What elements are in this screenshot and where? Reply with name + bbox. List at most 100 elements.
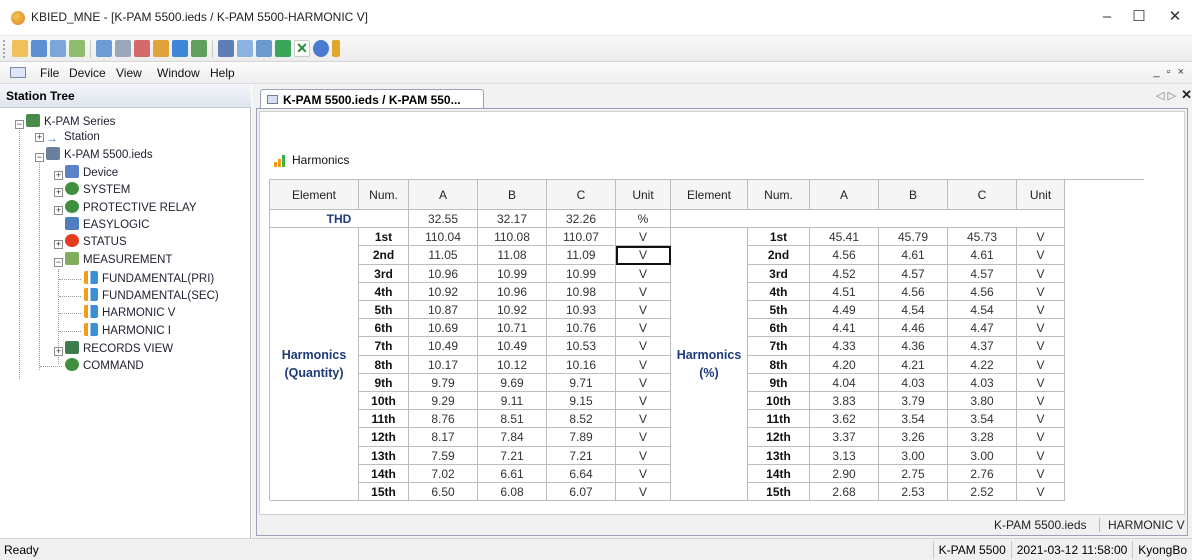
document-tab[interactable]: K-PAM 5500.ieds / K-PAM 550... [260, 89, 484, 109]
expand-toggle[interactable]: + [54, 347, 63, 356]
tree-node-device[interactable]: Device [65, 165, 118, 181]
maximize-button[interactable]: ☐ [1125, 6, 1153, 28]
tree-node-label: K-PAM 5500.ieds [64, 149, 153, 161]
collapse-toggle[interactable]: − [54, 258, 63, 267]
tree-node-k-pam-5500-ieds[interactable]: K-PAM 5500.ieds [46, 147, 153, 163]
harmonic-unit[interactable]: V [616, 337, 671, 356]
expand-toggle[interactable]: + [54, 206, 63, 215]
network-icon[interactable] [275, 40, 291, 57]
chart-line-icon[interactable] [237, 40, 253, 57]
tree-node-fundamental-sec[interactable]: FUNDAMENTAL(SEC) [84, 288, 219, 304]
tree-node-harmonic-i[interactable]: HARMONIC I [84, 323, 171, 339]
expand-toggle[interactable]: + [54, 188, 63, 197]
harmonic-percent-order: 1st [748, 228, 810, 247]
harmonic-unit[interactable]: V [616, 301, 671, 320]
minimize-button[interactable]: – [1093, 6, 1121, 28]
harmonic-percent-unit: V [1017, 355, 1065, 374]
window-icon[interactable] [218, 40, 234, 57]
tree-line [59, 279, 81, 280]
harmonic-percent-order: 10th [748, 392, 810, 411]
tree-line [40, 366, 62, 367]
harmonic-value-a: 7.59 [409, 446, 478, 465]
menu-file[interactable]: File [40, 66, 59, 80]
harmonic-value-b: 10.92 [478, 301, 547, 320]
connect-icon[interactable] [96, 40, 112, 57]
harmonic-order: 3rd [359, 264, 409, 283]
close-button[interactable]: ✕ [1161, 6, 1189, 28]
menu-help[interactable]: Help [210, 66, 235, 80]
harmonic-unit[interactable]: V [616, 228, 671, 247]
menu-device[interactable]: Device [69, 66, 106, 80]
disconnect-icon[interactable] [115, 40, 131, 57]
print-icon[interactable] [69, 40, 85, 57]
harmonic-percent-c: 3.54 [948, 410, 1017, 429]
status-red-icon [65, 234, 79, 247]
document-area: K-PAM 5500.ieds / K-PAM 550... ◁ ▷ ✕ Har… [252, 84, 1192, 538]
harmonics-table: Element Num. A B C Unit Element Num. A B C Unit THD 3… [269, 179, 1144, 502]
group-label-quantity: Harmonics (Quantity) [270, 228, 359, 502]
harmonic-unit[interactable]: V [616, 319, 671, 338]
harmonic-percent-unit: V [1017, 282, 1065, 301]
harmonic-percent-b: 4.57 [879, 264, 948, 283]
tree-node-command[interactable]: COMMAND [65, 358, 144, 374]
expand-toggle[interactable]: + [35, 133, 44, 142]
tree-node-protective-relay[interactable]: PROTECTIVE RELAY [65, 200, 197, 216]
tab-close-icon[interactable]: ✕ [1181, 87, 1192, 103]
save-all-icon[interactable] [50, 40, 66, 57]
harmonic-unit[interactable]: V [616, 246, 671, 265]
group-label-percent: Harmonics (%) [671, 228, 748, 502]
open-folder-icon[interactable] [12, 40, 28, 57]
harmonic-unit[interactable]: V [616, 464, 671, 483]
tree-node-status[interactable]: STATUS [65, 234, 127, 250]
tree-node-records-view[interactable]: RECORDS VIEW [65, 341, 173, 357]
harmonic-unit[interactable]: V [616, 446, 671, 465]
download-icon[interactable] [153, 40, 169, 57]
mdi-window-controls[interactable]: _ ▫ × [1153, 66, 1186, 78]
tree-node-easylogic[interactable]: EASYLOGIC [65, 217, 149, 233]
table-icon[interactable] [191, 40, 207, 57]
tree-node-measurement[interactable]: MEASUREMENT [65, 252, 172, 268]
collapse-toggle[interactable]: − [15, 120, 24, 129]
save-icon[interactable] [31, 40, 47, 57]
tree-node-system[interactable]: SYSTEM [65, 182, 130, 198]
help-icon[interactable] [313, 40, 329, 57]
tree-node-fundamental-pri[interactable]: FUNDAMENTAL(PRI) [84, 271, 214, 287]
tree-node-k-pam-series[interactable]: K-PAM Series [26, 114, 115, 130]
monitor-icon[interactable] [172, 40, 188, 57]
harmonic-percent-unit: V [1017, 392, 1065, 411]
cancel-x-icon[interactable]: ✕ [294, 40, 310, 57]
harmonic-value-a: 10.92 [409, 282, 478, 301]
thd-label: THD [270, 210, 409, 229]
tree-node-station[interactable]: → Station [46, 129, 100, 145]
expand-toggle[interactable]: + [54, 171, 63, 180]
menu-view[interactable]: View [116, 66, 142, 80]
collapse-toggle[interactable]: − [35, 153, 44, 162]
harmonic-percent-b: 45.79 [879, 228, 948, 247]
harmonic-unit[interactable]: V [616, 355, 671, 374]
harmonic-unit[interactable]: V [616, 483, 671, 502]
column-header: C [948, 180, 1017, 210]
document-icon[interactable] [10, 67, 26, 78]
harmonic-unit[interactable]: V [616, 373, 671, 392]
harmonic-value-c: 9.71 [547, 373, 616, 392]
harmonic-unit[interactable]: V [616, 392, 671, 411]
harmonic-value-a: 9.29 [409, 392, 478, 411]
chart-scatter-icon[interactable] [256, 40, 272, 57]
system-gear-icon [65, 182, 79, 195]
tree-node-harmonic-v[interactable]: HARMONIC V [84, 305, 175, 321]
menu-window[interactable]: Window [157, 66, 200, 80]
tree-node-label: COMMAND [83, 360, 144, 372]
harmonic-unit[interactable]: V [616, 410, 671, 429]
tab-scroll-arrows[interactable]: ◁ ▷ [1156, 89, 1176, 102]
harmonic-unit[interactable]: V [616, 428, 671, 447]
expand-toggle[interactable]: + [54, 240, 63, 249]
toolbar-overflow-icon[interactable] [332, 40, 340, 57]
tree-node-label: RECORDS VIEW [83, 343, 174, 355]
title-bar: KBIED_MNE - [K-PAM 5500.ieds / K-PAM 550… [0, 0, 1192, 36]
harmonic-unit[interactable]: V [616, 282, 671, 301]
harmonic-percent-a: 4.51 [810, 282, 879, 301]
harmonic-unit[interactable]: V [616, 264, 671, 283]
column-header: A [409, 180, 478, 210]
upload-icon[interactable] [134, 40, 150, 57]
toolbar-grip[interactable] [3, 40, 7, 58]
